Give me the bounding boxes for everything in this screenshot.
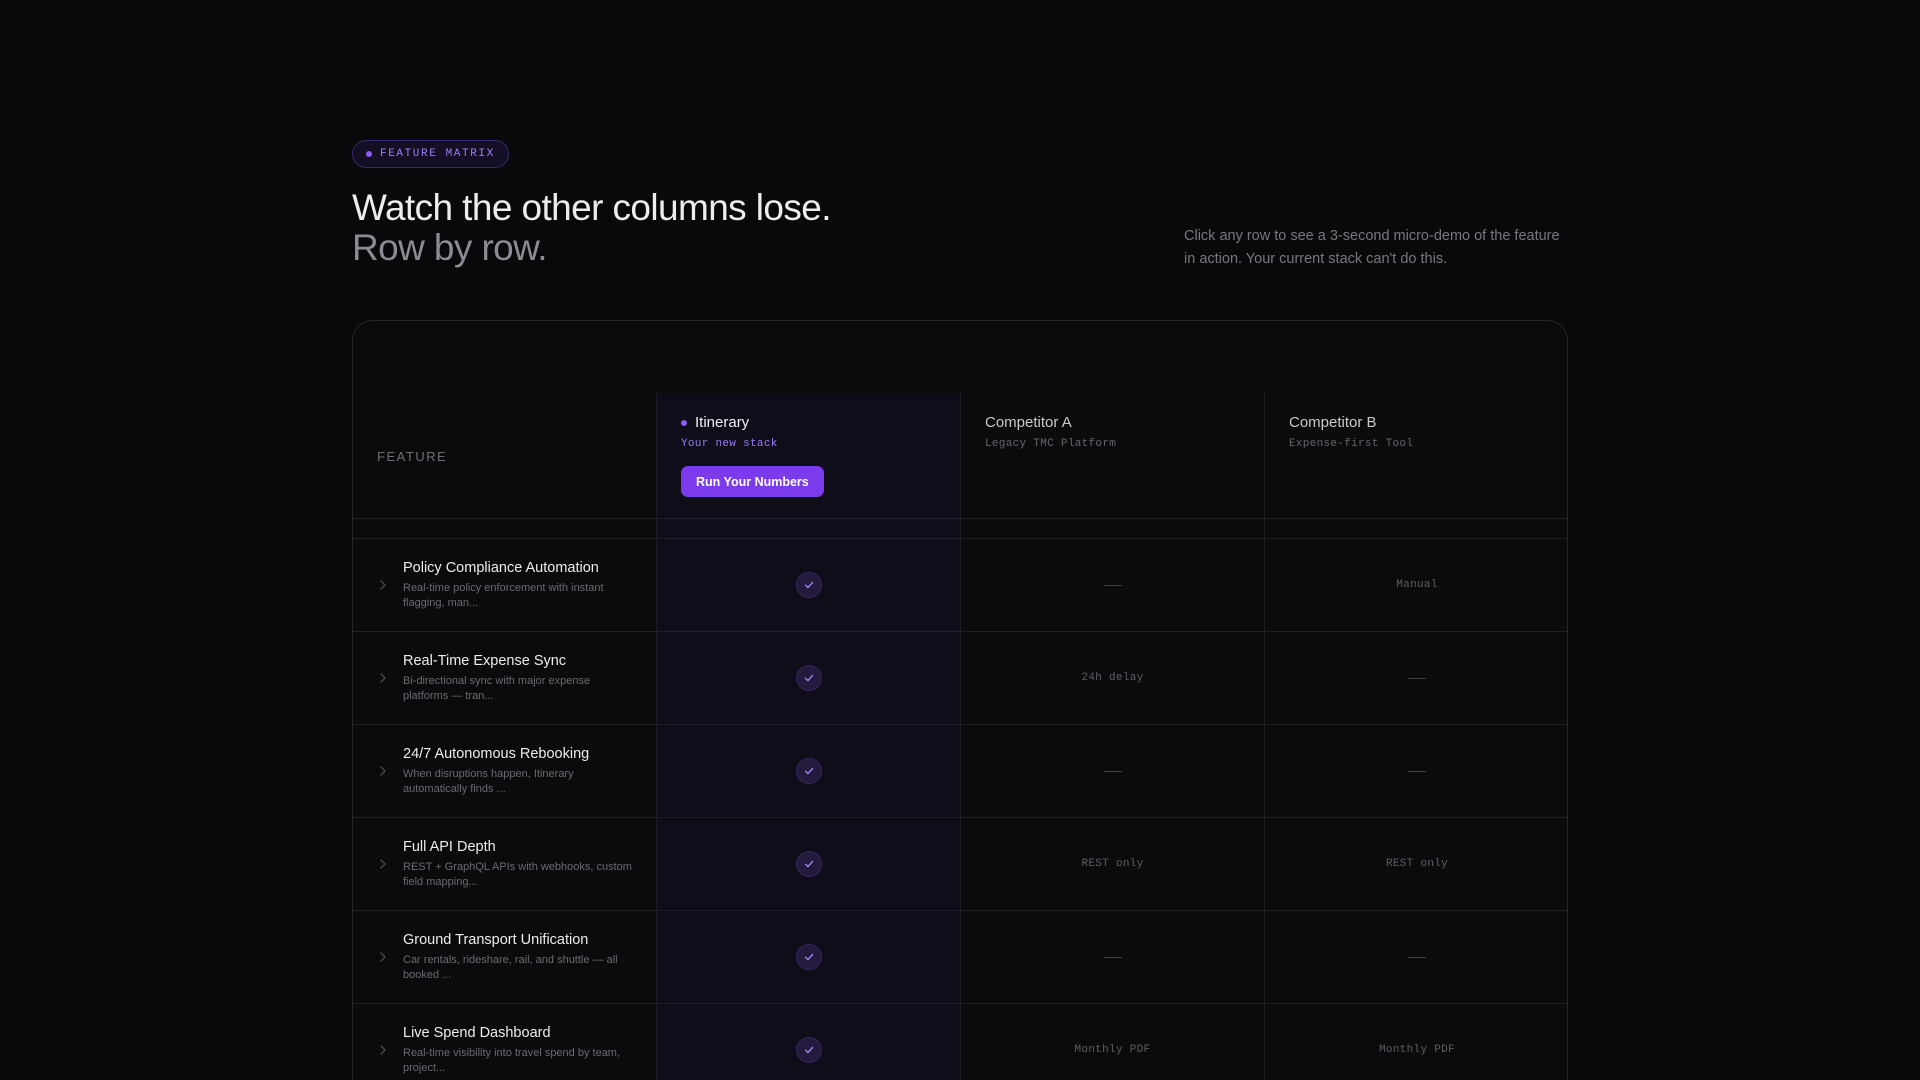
- competitor-a-cell: [961, 539, 1265, 631]
- feature-cell: 24/7 Autonomous Rebooking When disruption…: [353, 725, 657, 817]
- badge-dot-icon: [366, 151, 372, 157]
- feature-title: Real-Time Expense Sync: [403, 653, 567, 669]
- feature-description: Car rentals, rideshare, rail, and shuttl…: [403, 954, 618, 981]
- support-note: 24h delay: [1081, 672, 1144, 684]
- chevron-right-icon: [380, 859, 386, 869]
- header-competitor-b-cell: Competitor B Expense-first Tool: [1265, 393, 1567, 518]
- header-feature-cell: FEATURE: [353, 393, 657, 518]
- chevron-right-icon: [380, 1045, 386, 1055]
- run-your-numbers-button[interactable]: Run Your Numbers: [681, 466, 824, 497]
- feature-cell: Real-Time Expense Sync Bi-directional syn…: [353, 632, 657, 724]
- itinerary-cell: [657, 911, 961, 1003]
- support-note: REST only: [1385, 858, 1449, 870]
- feature-title: Live Spend Dashboard: [403, 1025, 551, 1041]
- competitor-a-cell: 24h delay: [961, 632, 1265, 724]
- competitor-b-cell: Manual: [1265, 539, 1567, 631]
- divider-cell: [1265, 519, 1567, 538]
- competitor-b-column-subtitle: Expense-first Tool: [1289, 438, 1414, 450]
- check-icon: [795, 572, 822, 598]
- support-note: Manual: [1396, 579, 1438, 591]
- competitor-a-column-subtitle: Legacy TMC Platform: [985, 438, 1117, 450]
- competitor-b-cell: REST only: [1265, 818, 1567, 910]
- itinerary-cell: [657, 725, 961, 817]
- header-itinerary-cell: Itinerary Your new stack Run Your Number…: [657, 393, 961, 518]
- comparison-table: FEATURE Itinerary Your new stack Run You…: [352, 320, 1568, 1080]
- competitor-a-column-name: Competitor A: [985, 414, 1072, 431]
- chevron-right-icon: [380, 766, 386, 776]
- competitor-b-cell: [1265, 725, 1567, 817]
- intro-text: Click any row to see a 3-second micro-de…: [1184, 228, 1560, 267]
- table-body: Policy Compliance Automation Real-time po…: [353, 539, 1567, 1080]
- table-row[interactable]: Policy Compliance Automation Real-time po…: [353, 539, 1567, 632]
- feature-matrix-section: FEATURE MATRIX Watch the other columns l…: [352, 140, 1568, 1080]
- check-icon: [795, 1037, 822, 1063]
- support-note: REST only: [1081, 858, 1144, 870]
- badge-label: FEATURE MATRIX: [380, 148, 495, 160]
- headline-line-1: Watch the other columns lose.: [352, 187, 832, 228]
- table-row[interactable]: Real-Time Expense Sync Bi-directional syn…: [353, 632, 1567, 725]
- chevron-right-icon: [380, 580, 386, 590]
- competitor-b-cell: [1265, 911, 1567, 1003]
- chevron-right-icon: [380, 673, 386, 683]
- feature-description: When disruptions happen, Itinerary autom…: [403, 768, 574, 795]
- headline-line-2: Row by row.: [352, 227, 548, 268]
- dash-icon: [1103, 956, 1122, 958]
- competitor-b-column-name: Competitor B: [1289, 414, 1377, 431]
- competitor-a-cell: Monthly PDF: [961, 1004, 1265, 1080]
- itinerary-name: Itinerary: [695, 414, 750, 431]
- dash-icon: [1408, 956, 1426, 958]
- feature-title: 24/7 Autonomous Rebooking: [403, 746, 590, 762]
- feature-description: Real-time policy enforcement with instan…: [403, 582, 604, 609]
- itinerary-column-name: Itinerary: [681, 414, 749, 431]
- check-icon: [795, 758, 822, 784]
- itinerary-dot-icon: [681, 419, 687, 426]
- feature-description: Real-time visibility into travel spend b…: [403, 1047, 621, 1074]
- competitor-a-cell: REST only: [961, 818, 1265, 910]
- page: FEATURE MATRIX Watch the other columns l…: [0, 0, 1920, 1080]
- competitor-b-cell: Monthly PDF: [1265, 1004, 1567, 1080]
- table-header: FEATURE Itinerary Your new stack Run You…: [353, 393, 1567, 519]
- check-icon: [795, 944, 822, 970]
- table-row[interactable]: 24/7 Autonomous Rebooking When disruption…: [353, 725, 1567, 818]
- feature-cell: Full API Depth REST + GraphQL APIs with w…: [353, 818, 657, 910]
- competitor-a-cell: [961, 725, 1265, 817]
- table-row[interactable]: Ground Transport Unification Car rentals,…: [353, 911, 1567, 1004]
- table-divider: [353, 519, 1567, 539]
- check-icon: [795, 665, 822, 691]
- itinerary-cell: [657, 1004, 961, 1080]
- table-row[interactable]: Full API Depth REST + GraphQL APIs with w…: [353, 818, 1567, 911]
- dash-icon: [1408, 770, 1426, 772]
- header-competitor-a-cell: Competitor A Legacy TMC Platform: [961, 393, 1265, 518]
- feature-column-label: FEATURE: [377, 449, 448, 464]
- dash-icon: [1408, 677, 1426, 679]
- divider-cell: [353, 519, 657, 538]
- support-note: Monthly PDF: [1379, 1044, 1455, 1056]
- divider-cell: [961, 519, 1265, 538]
- feature-cell: Policy Compliance Automation Real-time po…: [353, 539, 657, 631]
- itinerary-cell: [657, 818, 961, 910]
- feature-cell: Ground Transport Unification Car rentals,…: [353, 911, 657, 1003]
- feature-title: Ground Transport Unification: [403, 932, 589, 948]
- support-note: Monthly PDF: [1074, 1044, 1151, 1056]
- competitor-b-cell: [1265, 632, 1567, 724]
- itinerary-cell: [657, 632, 961, 724]
- dash-icon: [1103, 770, 1122, 772]
- competitor-a-cell: [961, 911, 1265, 1003]
- itinerary-cell: [657, 539, 961, 631]
- chevron-right-icon: [380, 952, 386, 962]
- itinerary-column-subtitle: Your new stack: [681, 438, 778, 450]
- divider-cell-highlight: [657, 519, 961, 538]
- section-badge: FEATURE MATRIX: [352, 140, 509, 168]
- page-title: Watch the other columns lose. Row by row…: [352, 187, 832, 268]
- feature-title: Full API Depth: [403, 839, 496, 855]
- feature-description: Bi-directional sync with major expense p…: [403, 675, 591, 702]
- table-row[interactable]: Live Spend Dashboard Real-time visibility…: [353, 1004, 1567, 1080]
- feature-cell: Live Spend Dashboard Real-time visibility…: [353, 1004, 657, 1080]
- check-icon: [795, 851, 822, 877]
- feature-description: REST + GraphQL APIs with webhooks, custo…: [403, 861, 632, 888]
- dash-icon: [1103, 584, 1122, 586]
- feature-title: Policy Compliance Automation: [403, 560, 599, 576]
